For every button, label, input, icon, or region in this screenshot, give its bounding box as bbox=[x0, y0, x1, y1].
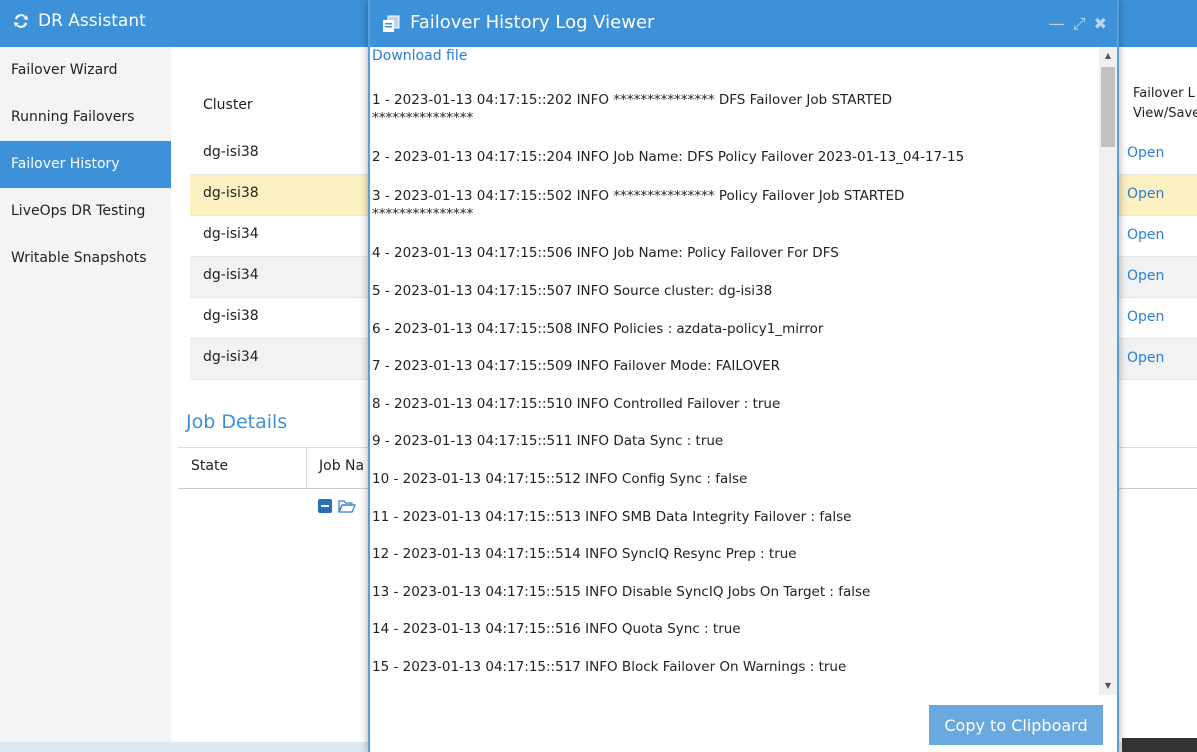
scrollbar-thumb[interactable] bbox=[1101, 67, 1115, 147]
log-line: 2 - 2023-01-13 04:17:15::204 INFO Job Na… bbox=[372, 149, 965, 165]
log-line: 7 - 2023-01-13 04:17:15::509 INFO Failov… bbox=[372, 358, 780, 374]
log-line: 6 - 2023-01-13 04:17:15::508 INFO Polici… bbox=[372, 321, 824, 337]
download-file-link[interactable]: Download file bbox=[372, 47, 467, 65]
log-line: 12 - 2023-01-13 04:17:15::514 INFO SyncI… bbox=[372, 546, 797, 562]
job-details-title: Job Details bbox=[186, 411, 288, 433]
dialog-title: Failover History Log Viewer bbox=[410, 12, 655, 33]
cell-cluster: dg-isi34 bbox=[203, 349, 259, 365]
copy-to-clipboard-button[interactable]: Copy to Clipboard bbox=[929, 705, 1103, 745]
column-header-failover-log-line1: Failover L bbox=[1133, 86, 1195, 101]
log-line: 5 - 2023-01-13 04:17:15::507 INFO Source… bbox=[372, 283, 773, 299]
close-icon[interactable]: ✖ bbox=[1094, 14, 1107, 34]
scroll-up-arrow-icon[interactable]: ▲ bbox=[1099, 51, 1117, 61]
bottom-right-panel bbox=[1122, 738, 1197, 752]
log-content-area[interactable]: Download file 1 - 2023-01-13 04:17:15::2… bbox=[372, 47, 1099, 695]
log-line: 4 - 2023-01-13 04:17:15::506 INFO Job Na… bbox=[372, 245, 839, 261]
column-header-job-name[interactable]: Job Na bbox=[319, 458, 364, 474]
open-log-link[interactable]: Open bbox=[1127, 227, 1164, 243]
app-title: DR Assistant bbox=[12, 11, 146, 31]
open-log-link[interactable]: Open bbox=[1127, 268, 1164, 284]
sidebar: Failover Wizard Running Failovers Failov… bbox=[0, 47, 171, 752]
column-header-state[interactable]: State bbox=[191, 458, 228, 474]
job-tree-controls bbox=[318, 499, 356, 513]
sidebar-item-liveops-dr-testing[interactable]: LiveOps DR Testing bbox=[0, 188, 171, 235]
open-log-link[interactable]: Open bbox=[1127, 350, 1164, 366]
log-line: 1 - 2023-01-13 04:17:15::202 INFO ******… bbox=[372, 92, 893, 126]
minimize-icon[interactable]: — bbox=[1049, 14, 1065, 34]
column-header-failover-log[interactable]: Failover L View/Save bbox=[1133, 84, 1197, 124]
collapse-icon[interactable] bbox=[318, 499, 332, 513]
log-line: 8 - 2023-01-13 04:17:15::510 INFO Contro… bbox=[372, 396, 781, 412]
open-log-link[interactable]: Open bbox=[1127, 145, 1164, 161]
column-header-cluster[interactable]: Cluster bbox=[203, 97, 253, 113]
cell-cluster: dg-isi38 bbox=[203, 185, 259, 201]
dialog-window-controls: — ⤢ ✖ bbox=[1049, 14, 1107, 34]
column-divider bbox=[306, 448, 307, 488]
open-log-link[interactable]: Open bbox=[1127, 186, 1164, 202]
log-viewer-dialog: Failover History Log Viewer — ⤢ ✖ Downlo… bbox=[368, 0, 1119, 752]
folder-open-icon bbox=[338, 500, 356, 513]
log-line: 9 - 2023-01-13 04:17:15::511 INFO Data S… bbox=[372, 433, 724, 449]
sidebar-item-failover-wizard[interactable]: Failover Wizard bbox=[0, 47, 171, 94]
log-line: 15 - 2023-01-13 04:17:15::517 INFO Block… bbox=[372, 659, 847, 675]
cell-cluster: dg-isi34 bbox=[203, 267, 259, 283]
log-line: 13 - 2023-01-13 04:17:15::515 INFO Disab… bbox=[372, 584, 871, 600]
log-line: 11 - 2023-01-13 04:17:15::513 INFO SMB D… bbox=[372, 509, 852, 525]
sidebar-item-running-failovers[interactable]: Running Failovers bbox=[0, 94, 171, 141]
log-copy-icon bbox=[383, 15, 400, 32]
scroll-down-arrow-icon[interactable]: ▼ bbox=[1099, 681, 1117, 691]
sidebar-item-writable-snapshots[interactable]: Writable Snapshots bbox=[0, 235, 171, 282]
cell-cluster: dg-isi38 bbox=[203, 144, 259, 160]
dr-assistant-icon bbox=[14, 14, 28, 28]
log-scrollbar[interactable]: ▲ ▼ bbox=[1099, 47, 1117, 695]
maximize-icon[interactable]: ⤢ bbox=[1073, 14, 1086, 34]
sidebar-item-failover-history[interactable]: Failover History bbox=[0, 141, 171, 188]
app-title-text: DR Assistant bbox=[38, 11, 146, 31]
open-log-link[interactable]: Open bbox=[1127, 309, 1164, 325]
cell-cluster: dg-isi38 bbox=[203, 308, 259, 324]
column-header-failover-log-line2: View/Save bbox=[1133, 106, 1197, 121]
log-line: 14 - 2023-01-13 04:17:15::516 INFO Quota… bbox=[372, 621, 741, 637]
cell-cluster: dg-isi34 bbox=[203, 226, 259, 242]
dialog-title-bar[interactable]: Failover History Log Viewer — ⤢ ✖ bbox=[370, 0, 1117, 47]
log-line: 10 - 2023-01-13 04:17:15::512 INFO Confi… bbox=[372, 471, 748, 487]
log-line: 3 - 2023-01-13 04:17:15::502 INFO ******… bbox=[372, 188, 905, 222]
